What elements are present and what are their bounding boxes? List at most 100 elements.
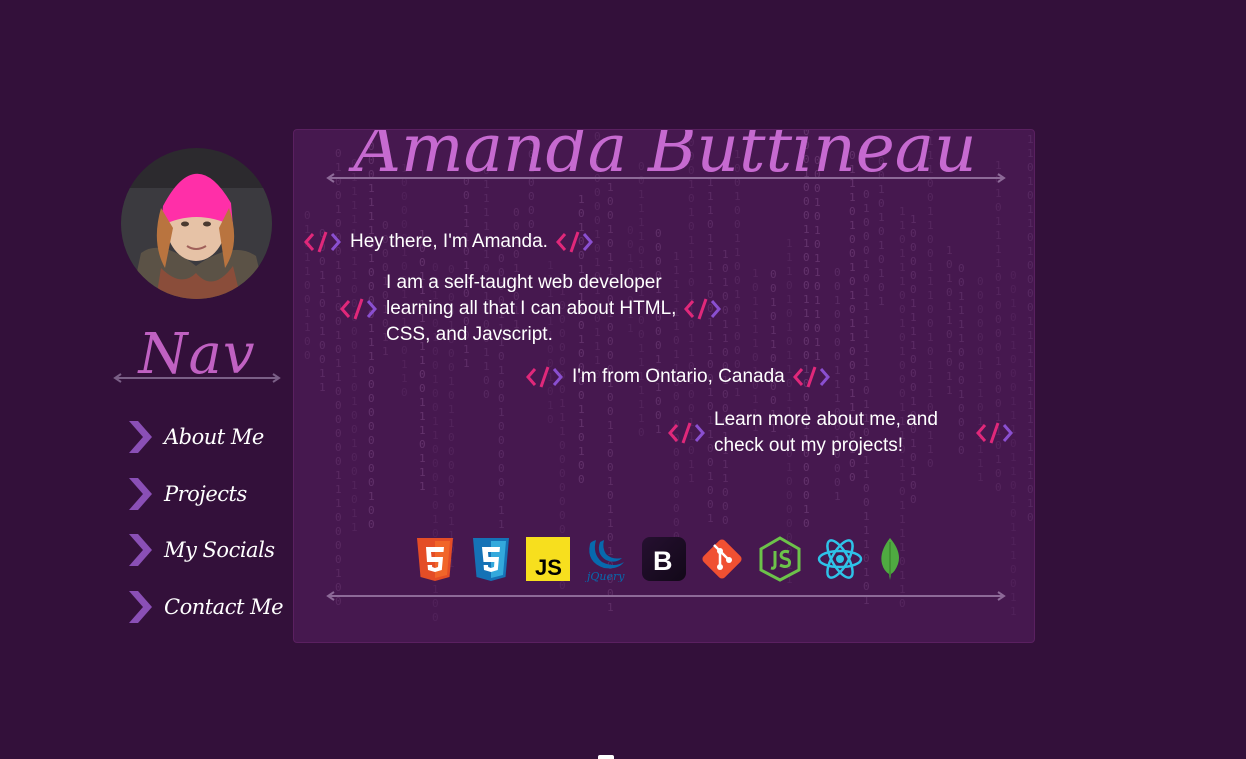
svg-text:1: 1 [863, 370, 870, 383]
svg-text:1: 1 [463, 203, 470, 216]
svg-text:1: 1 [995, 243, 1002, 256]
svg-text:1: 1 [927, 261, 934, 274]
svg-text:1: 1 [863, 202, 870, 215]
svg-text:0: 0 [559, 495, 566, 508]
svg-text:1: 1 [910, 311, 917, 324]
svg-text:0: 0 [786, 475, 793, 488]
svg-text:1: 1 [786, 321, 793, 334]
svg-text:1: 1 [722, 472, 729, 485]
svg-text:1: 1 [1027, 315, 1034, 328]
svg-text:1: 1 [863, 314, 870, 327]
svg-text:1: 1 [607, 433, 614, 446]
svg-text:0: 0 [351, 493, 358, 506]
svg-text:1: 1 [319, 367, 326, 380]
svg-text:0: 0 [304, 335, 311, 348]
svg-text:1: 1 [977, 373, 984, 386]
svg-text:0: 0 [910, 283, 917, 296]
svg-text:1: 1 [786, 391, 793, 404]
svg-text:1: 1 [722, 458, 729, 471]
svg-text:0: 0 [498, 476, 505, 489]
nav-item-my-socials[interactable]: My Socials [126, 531, 286, 569]
svg-text:0: 0 [498, 448, 505, 461]
svg-text:0: 0 [995, 467, 1002, 480]
svg-text:1: 1 [401, 372, 408, 385]
nav-item-projects[interactable]: Projects [126, 475, 286, 513]
svg-text:0: 0 [786, 503, 793, 516]
svg-text:1: 1 [814, 196, 821, 209]
svg-text:1: 1 [688, 248, 695, 261]
intro-text-line: CSS, and Javscript. [386, 324, 553, 345]
intro-text: Learn more about me, and check out my pr… [714, 407, 968, 459]
svg-text:1: 1 [722, 332, 729, 345]
svg-text:0: 0 [559, 453, 566, 466]
svg-text:0: 0 [707, 498, 714, 511]
svg-text:1: 1 [734, 316, 741, 329]
svg-text:1: 1 [849, 331, 856, 344]
svg-text:1: 1 [432, 415, 439, 428]
svg-text:0: 0 [814, 238, 821, 251]
svg-text:0: 0 [849, 303, 856, 316]
svg-text:1: 1 [1027, 245, 1034, 258]
svg-text:0: 0 [995, 369, 1002, 382]
svg-text:0: 0 [734, 218, 741, 231]
svg-text:0: 0 [878, 253, 885, 266]
svg-text:1: 1 [734, 246, 741, 259]
svg-text:0: 0 [319, 353, 326, 366]
svg-text:1: 1 [1027, 217, 1034, 230]
svg-text:0: 0 [770, 268, 777, 281]
svg-text:1: 1 [803, 293, 810, 306]
svg-text:0: 0 [673, 474, 680, 487]
svg-text:0: 0 [559, 439, 566, 452]
svg-text:1: 1 [863, 342, 870, 355]
svg-text:0: 0 [863, 272, 870, 285]
svg-text:1: 1 [707, 190, 714, 203]
svg-text:0: 0 [547, 413, 554, 426]
svg-text:0: 0 [335, 553, 342, 566]
svg-text:0: 0 [655, 241, 662, 254]
svg-text:0: 0 [448, 445, 455, 458]
nodejs-icon [759, 536, 801, 582]
svg-text:1: 1 [1027, 203, 1034, 216]
svg-text:0: 0 [368, 504, 375, 517]
tech-icons-row: JS jQuery B [414, 535, 916, 583]
svg-text:1: 1 [578, 417, 585, 430]
svg-text:1: 1 [1010, 297, 1017, 310]
svg-text:1: 1 [834, 294, 841, 307]
svg-text:1: 1 [419, 354, 426, 367]
svg-text:0: 0 [448, 389, 455, 402]
svg-text:0: 0 [770, 282, 777, 295]
svg-text:1: 1 [786, 461, 793, 474]
svg-text:0: 0 [734, 330, 741, 343]
svg-text:0: 0 [995, 299, 1002, 312]
nav-item-label: About Me [164, 425, 264, 449]
svg-text:1: 1 [1027, 497, 1034, 510]
svg-text:0: 0 [448, 487, 455, 500]
svg-text:0: 0 [786, 517, 793, 530]
svg-text:0: 0 [803, 265, 810, 278]
svg-text:1: 1 [995, 215, 1002, 228]
svg-text:0: 0 [734, 274, 741, 287]
svg-text:0: 0 [803, 489, 810, 502]
svg-text:1: 1 [351, 199, 358, 212]
svg-text:1: 1 [351, 437, 358, 450]
svg-text:0: 0 [498, 392, 505, 405]
svg-text:0: 0 [1010, 367, 1017, 380]
svg-text:0: 0 [1027, 301, 1034, 314]
chevron-right-icon [129, 591, 152, 623]
svg-text:1: 1 [863, 258, 870, 271]
svg-text:0: 0 [995, 341, 1002, 354]
svg-text:1: 1 [958, 332, 965, 345]
nav-item-about-me[interactable]: About Me [126, 418, 286, 456]
svg-text:1: 1 [946, 370, 953, 383]
svg-text:0: 0 [786, 279, 793, 292]
svg-text:1: 1 [1010, 549, 1017, 562]
svg-text:1: 1 [419, 452, 426, 465]
nav-item-contact-me[interactable]: Contact Me [126, 588, 286, 626]
svg-text:0: 0 [498, 378, 505, 391]
svg-text:0: 0 [335, 441, 342, 454]
svg-text:1: 1 [594, 228, 601, 241]
svg-text:0: 0 [995, 481, 1002, 494]
svg-text:0: 0 [448, 361, 455, 374]
svg-text:1: 1 [770, 338, 777, 351]
svg-text:0: 0 [1010, 283, 1017, 296]
